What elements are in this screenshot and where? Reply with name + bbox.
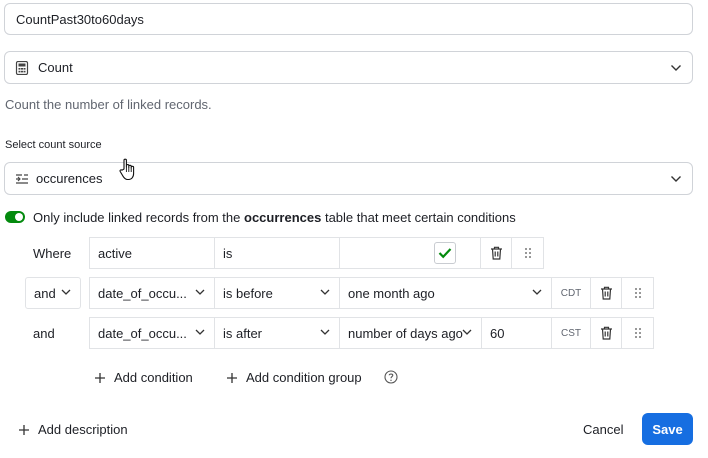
chevron-down-icon [670,175,682,183]
check-icon [438,248,452,259]
add-condition-label: Add condition [114,370,193,385]
condition-conjunction-value: and [34,285,56,301]
delete-condition-button[interactable] [590,277,622,309]
field-type-select[interactable]: Count [4,51,693,84]
condition-operator-select[interactable]: is after [214,317,340,349]
chevron-down-icon [462,329,472,336]
condition-operator-value: is before [223,285,273,301]
chevron-down-icon [320,329,330,336]
drag-handle-icon [634,327,642,339]
filter-toggle-switch[interactable] [5,211,25,223]
cancel-button[interactable]: Cancel [583,422,623,437]
condition-number-value: 60 [490,325,505,341]
condition-field-select[interactable]: active [89,237,215,269]
condition-conjunction-static: and [33,326,55,341]
delete-condition-button[interactable] [480,237,512,269]
chevron-down-icon [532,289,542,296]
chevron-down-icon [61,289,71,296]
help-icon[interactable] [384,370,398,384]
add-condition-group-label: Add condition group [246,370,362,385]
condition-value-text: number of days ago [348,325,463,341]
filter-toggle-text: Only include linked records from the occ… [33,210,516,225]
hand-cursor-icon [118,157,140,183]
linked-table-icon [15,173,29,185]
drag-handle-icon [634,287,642,299]
field-type-description: Count the number of linked records. [5,97,212,112]
filter-toggle-row: Only include linked records from the occ… [5,209,516,225]
add-description-label: Add description [38,422,128,437]
save-button[interactable]: Save [642,413,693,445]
drag-handle-icon [524,247,532,259]
trash-icon [600,286,613,300]
condition-value-checkbox[interactable] [434,242,456,264]
condition-value-select[interactable]: number of days ago [339,317,482,349]
drag-condition-handle[interactable] [511,237,544,269]
add-description-button[interactable]: Add description [18,422,128,437]
chevron-down-icon [320,289,330,296]
calculator-icon [15,60,29,75]
filter-text-after: table that meet certain conditions [324,209,516,225]
condition-value-select[interactable]: one month ago [339,277,552,309]
field-name-value: CountPast30to60days [16,11,144,27]
plus-icon [226,372,238,384]
count-source-label: Select count source [5,139,102,151]
chevron-down-icon [670,64,682,72]
count-source-value: occurences [36,171,103,186]
condition-value-text: one month ago [348,285,435,301]
filter-table-name: occurrences [244,209,322,225]
condition-field-value: date_of_occu... [98,325,187,341]
condition-field-value: active [98,245,132,261]
drag-condition-handle[interactable] [621,317,654,349]
field-name-input[interactable]: CountPast30to60days [4,3,693,35]
delete-condition-button[interactable] [590,317,622,349]
condition-operator-value: is after [223,325,263,341]
condition-conjunction-select[interactable]: and [25,277,81,309]
trash-icon [490,246,503,260]
filter-text-before: Only include linked records from the [33,209,241,225]
timezone-badge: CDT [551,277,591,309]
plus-icon [18,424,30,436]
chevron-down-icon [195,329,205,336]
condition-number-input[interactable]: 60 [481,317,552,349]
condition-field-select[interactable]: date_of_occu... [89,317,215,349]
condition-field-select[interactable]: date_of_occu... [89,277,215,309]
plus-icon [94,372,106,384]
condition-field-value: date_of_occu... [98,285,187,301]
trash-icon [600,326,613,340]
condition-operator-value: is [223,245,233,261]
count-source-select[interactable]: occurences [4,162,693,195]
condition-operator-select[interactable]: is before [214,277,340,309]
condition-conjunction-where: Where [33,246,72,261]
chevron-down-icon [195,289,205,296]
add-condition-button[interactable]: Add condition [94,370,193,385]
condition-operator-select[interactable]: is [214,237,340,269]
timezone-badge: CST [551,317,591,349]
drag-condition-handle[interactable] [621,277,654,309]
condition-value-checkbox-cell [339,237,481,269]
add-condition-group-button[interactable]: Add condition group [226,370,362,385]
field-type-value: Count [38,60,73,75]
